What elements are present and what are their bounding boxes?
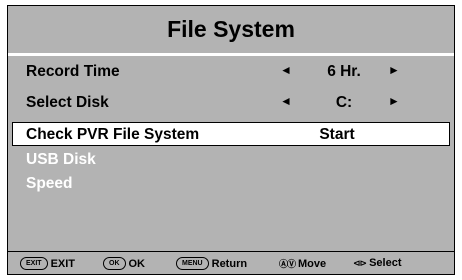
arrow-right-icon[interactable]: ► xyxy=(388,94,400,108)
check-pvr-row[interactable]: Check PVR File System Start xyxy=(12,122,450,146)
select-disk-label: Select Disk xyxy=(26,94,109,111)
exit-hint[interactable]: EXIT EXIT xyxy=(20,257,75,270)
footer-hints: EXIT EXIT OK OK MENU Return ⒶⓋ Move ⊲⊳ S… xyxy=(8,256,454,272)
move-hint: ⒶⓋ Move xyxy=(279,257,326,270)
left-right-arrows-icon: ⊲⊳ xyxy=(353,257,367,268)
record-time-value: 6 Hr. xyxy=(327,63,361,80)
check-pvr-label: Check PVR File System xyxy=(26,126,200,143)
ok-hint-label: OK xyxy=(128,257,146,270)
exit-key-icon: EXIT xyxy=(20,257,48,270)
usb-disk-info: USB Disk xyxy=(26,151,96,168)
record-time-label: Record Time xyxy=(26,63,120,80)
check-pvr-start-button[interactable]: Start xyxy=(301,126,373,144)
select-disk-row[interactable]: Select Disk ◄ C: ► xyxy=(8,91,454,115)
speed-info: Speed xyxy=(26,175,73,192)
ok-hint[interactable]: OK OK xyxy=(103,257,145,270)
page-title: File System xyxy=(167,16,295,42)
title-divider xyxy=(8,53,454,56)
footer-divider xyxy=(8,251,454,252)
select-hint: ⊲⊳ Select xyxy=(353,257,402,269)
arrow-left-icon[interactable]: ◄ xyxy=(280,63,292,77)
up-down-arrows-icon: ⒶⓋ xyxy=(279,259,296,269)
select-hint-label: Select xyxy=(369,257,402,269)
arrow-right-icon[interactable]: ► xyxy=(388,63,400,77)
menu-key-icon: MENU xyxy=(176,257,209,270)
return-hint[interactable]: MENU Return xyxy=(176,257,247,270)
file-system-dialog: File System Record Time ◄ 6 Hr. ► Select… xyxy=(7,5,455,275)
select-disk-value: C: xyxy=(335,94,353,111)
return-hint-label: Return xyxy=(211,257,248,270)
exit-hint-label: EXIT xyxy=(50,257,76,270)
move-hint-label: Move xyxy=(298,257,327,270)
arrow-left-icon[interactable]: ◄ xyxy=(280,94,292,108)
record-time-row[interactable]: Record Time ◄ 6 Hr. ► xyxy=(8,60,454,84)
ok-key-icon: OK xyxy=(103,257,126,270)
